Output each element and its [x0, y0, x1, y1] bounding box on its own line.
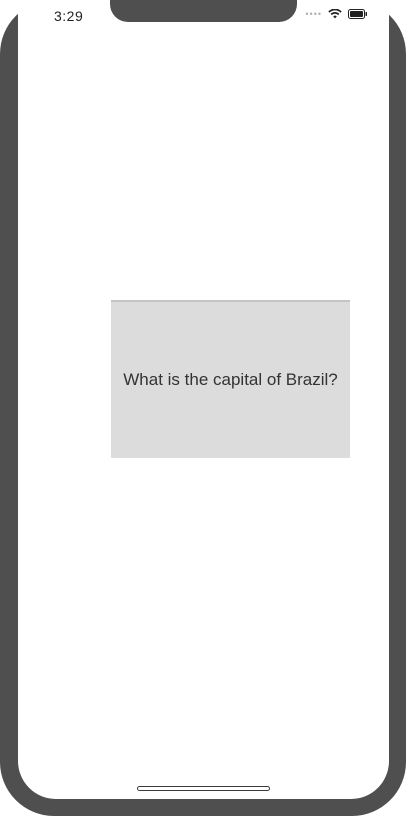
home-indicator[interactable] — [137, 786, 270, 791]
signal-icon: •••• — [305, 9, 322, 19]
status-icons: •••• — [305, 9, 368, 19]
question-card[interactable]: What is the capital of Brazil? — [111, 300, 350, 458]
device-notch — [110, 0, 297, 22]
app-screen: What is the capital of Brazil? — [18, 0, 389, 799]
wifi-icon — [328, 9, 342, 19]
battery-icon — [348, 9, 368, 19]
status-time: 3:29 — [54, 8, 84, 24]
question-text: What is the capital of Brazil? — [123, 370, 338, 389]
